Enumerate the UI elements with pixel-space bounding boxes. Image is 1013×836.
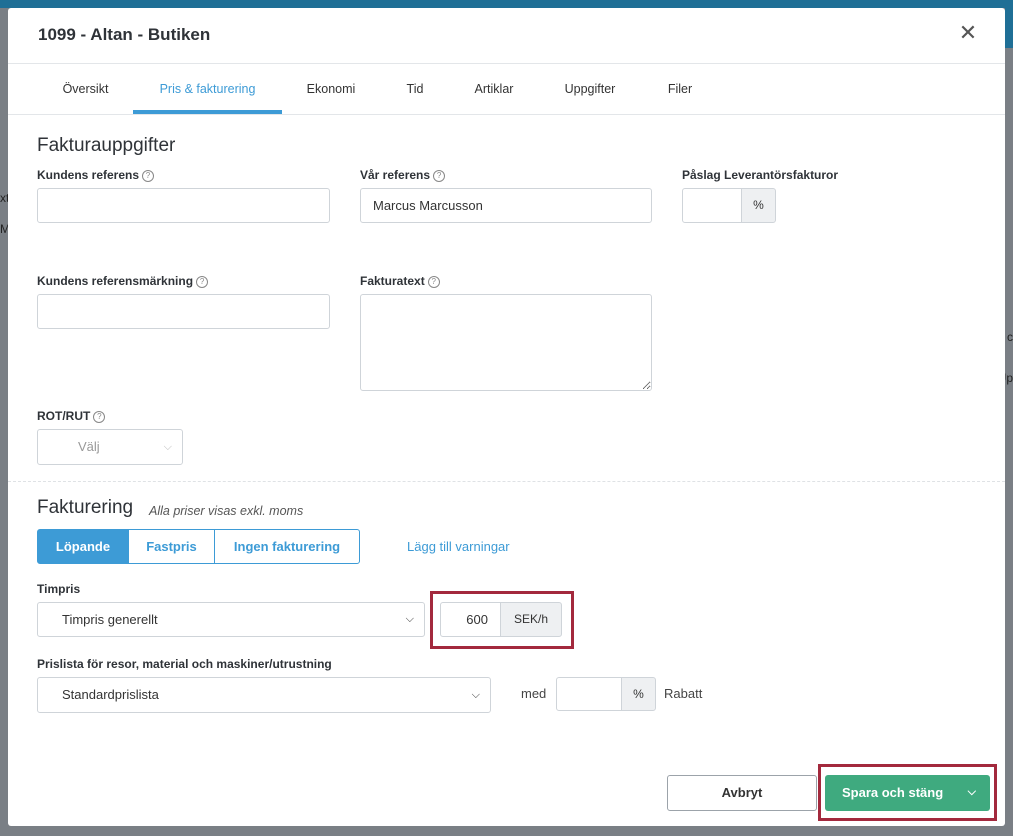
timpris-label: Timpris — [37, 582, 81, 596]
mode-ingen-fakturering-button[interactable]: Ingen fakturering — [214, 529, 360, 564]
var-referens-input[interactable] — [360, 188, 652, 223]
var-referens-label: Vår referens? — [360, 168, 446, 182]
rabatt-text: Rabatt — [664, 686, 703, 701]
prislista-select[interactable]: Standardprislista ⌵ — [37, 677, 491, 713]
paslag-input[interactable] — [682, 188, 742, 223]
paslag-unit: % — [741, 188, 776, 223]
add-warnings-link[interactable]: Lägg till varningar — [407, 539, 510, 554]
med-text: med — [521, 686, 547, 701]
section-subtitle-fakturering: Alla priser visas exkl. moms — [149, 504, 304, 518]
tab-tid[interactable]: Tid — [395, 64, 435, 114]
tab-pris-fakturering[interactable]: Pris & fakturering — [133, 64, 282, 114]
help-icon[interactable]: ? — [433, 170, 446, 182]
help-icon[interactable]: ? — [93, 411, 106, 423]
section-title-fakturauppgifter: Fakturauppgifter — [37, 135, 176, 156]
chevron-down-icon: ⌵ — [163, 441, 172, 453]
tab-ekonomi[interactable]: Ekonomi — [294, 64, 368, 114]
modal-header: 1099 - Altan - Butiken ✕ — [8, 8, 1005, 64]
save-and-close-button[interactable]: Spara och stäng ⌵ — [825, 775, 990, 811]
rot-rut-label: ROT/RUT? — [37, 409, 106, 423]
mode-lopande-button[interactable]: Löpande — [37, 529, 129, 564]
fakturatext-textarea[interactable] — [360, 294, 652, 391]
tab-uppgifter[interactable]: Uppgifter — [552, 64, 628, 114]
prislista-selected: Standardprislista — [62, 687, 159, 702]
help-icon[interactable]: ? — [427, 276, 440, 288]
tab-filer[interactable]: Filer — [656, 64, 704, 114]
paslag-label: Påslag Leverantörsfakturor — [682, 168, 839, 182]
kundens-referensmarkning-input[interactable] — [37, 294, 330, 329]
tab-oversikt[interactable]: Översikt — [48, 64, 123, 114]
save-and-close-label: Spara och stäng — [842, 785, 944, 800]
mode-fastpris-button[interactable]: Fastpris — [128, 529, 215, 564]
help-icon[interactable]: ? — [142, 170, 155, 182]
chevron-down-icon: ⌵ — [405, 613, 414, 625]
rot-rut-selected: Välj — [78, 439, 100, 454]
fakturatext-label: Fakturatext? — [360, 274, 440, 288]
close-icon[interactable]: ✕ — [957, 22, 979, 44]
kundens-referens-input[interactable] — [37, 188, 330, 223]
tab-bar: Översikt Pris & fakturering Ekonomi Tid … — [8, 64, 1005, 115]
section-title-fakturering: Fakturering — [37, 497, 134, 518]
background-text: c — [1007, 330, 1013, 344]
rabatt-input[interactable] — [556, 677, 622, 711]
prislista-label: Prislista för resor, material och maskin… — [37, 657, 332, 671]
help-icon[interactable]: ? — [196, 276, 209, 288]
rot-rut-select[interactable]: Välj ⌵ — [37, 429, 183, 465]
background-app-strip — [1005, 8, 1013, 48]
timpris-select[interactable]: Timpris generellt ⌵ — [37, 602, 425, 637]
background-app-header — [0, 0, 1013, 8]
rabatt-unit: % — [621, 677, 656, 711]
modal-title: 1099 - Altan - Butiken — [38, 25, 211, 44]
tab-artiklar[interactable]: Artiklar — [460, 64, 528, 114]
chevron-down-icon[interactable]: ⌵ — [968, 775, 976, 809]
section-divider — [8, 481, 1005, 482]
kundens-referensmarkning-label: Kundens referensmärkning? — [37, 274, 209, 288]
project-modal: 1099 - Altan - Butiken ✕ Översikt Pris &… — [8, 8, 1005, 826]
timpris-selected: Timpris generellt — [62, 612, 158, 627]
cancel-button[interactable]: Avbryt — [667, 775, 817, 811]
timpris-value-input[interactable] — [440, 602, 501, 637]
timpris-unit: SEK/h — [500, 602, 562, 637]
chevron-down-icon: ⌵ — [471, 689, 480, 701]
kundens-referens-label: Kundens referens? — [37, 168, 155, 182]
